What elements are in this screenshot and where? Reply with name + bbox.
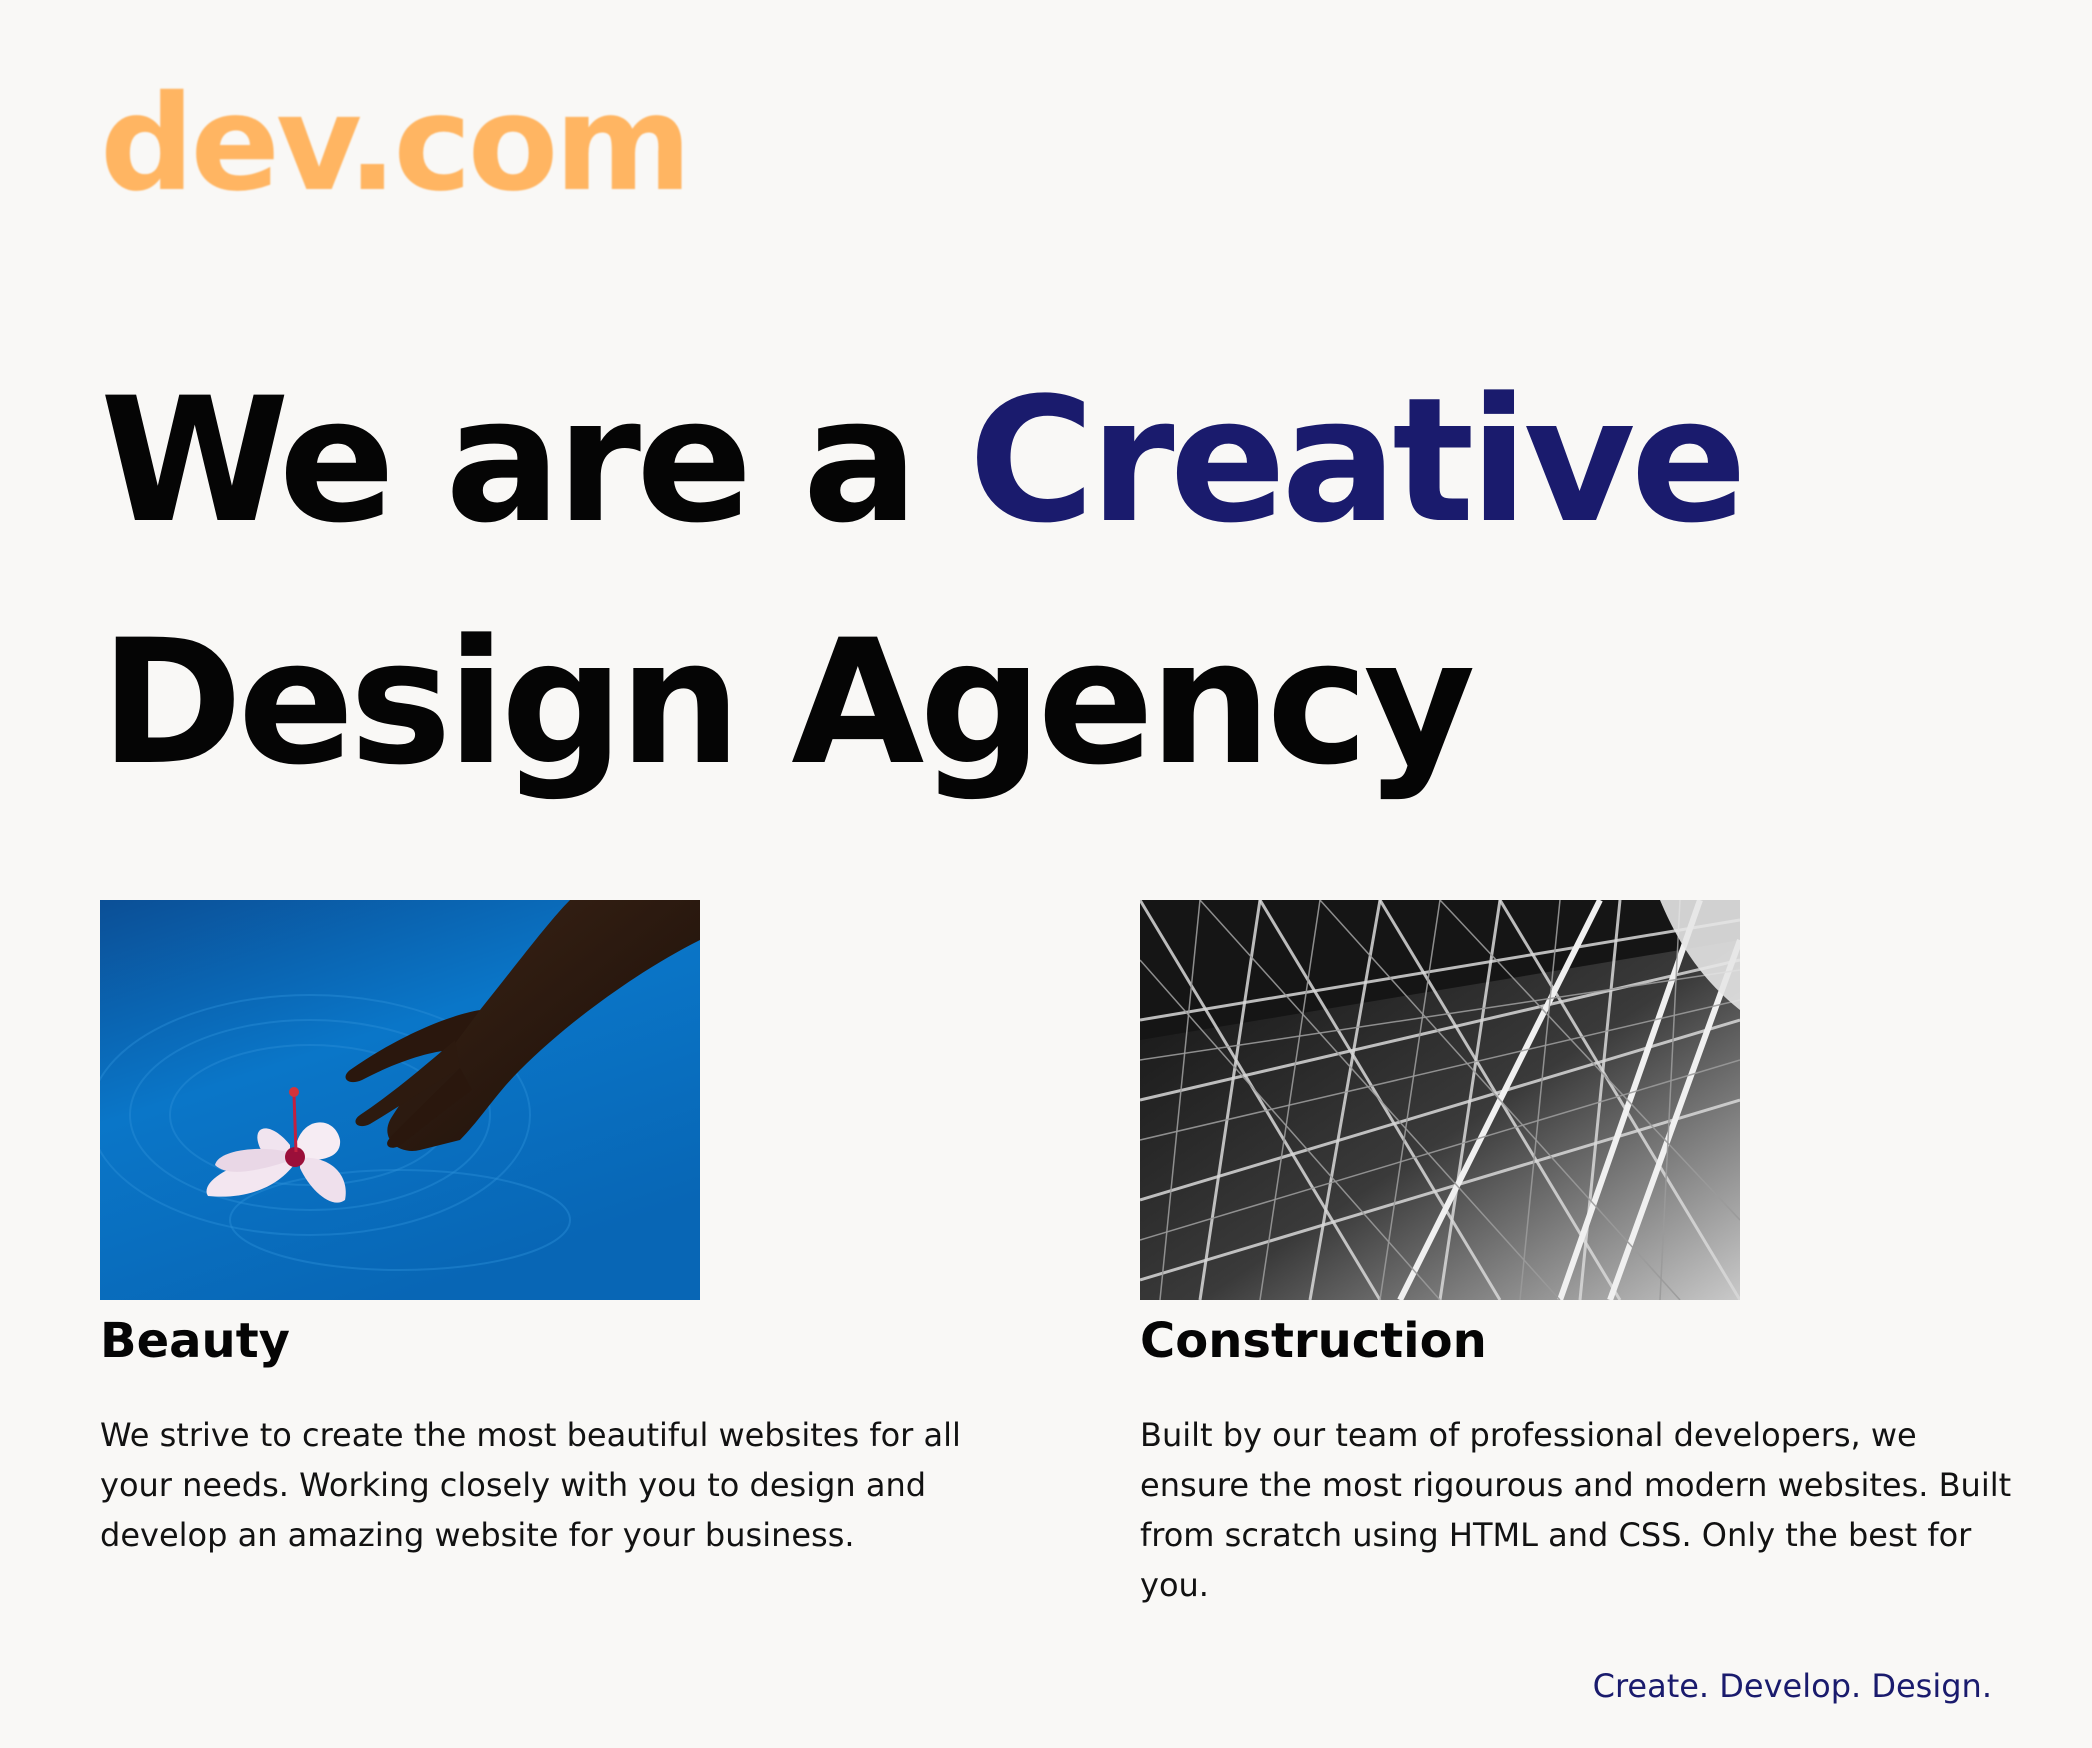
footer-tagline: Create. Develop. Design. <box>1592 1667 1992 1705</box>
site-logo[interactable]: dev.com <box>100 78 692 210</box>
hero-accent-word: Creative <box>968 360 1748 561</box>
card-title: Construction <box>1140 1313 1487 1369</box>
beauty-photo <box>100 900 700 1300</box>
card-title: Beauty <box>100 1313 290 1369</box>
hero-heading: We are a Creative Design Agency <box>100 340 1748 824</box>
card-description: We strive to create the most beautiful w… <box>100 1416 961 1554</box>
service-card-beauty: Beauty We strive to create the most beau… <box>100 900 980 1560</box>
hero-line-2: Design Agency <box>100 602 1476 803</box>
hero-line-1: We are a Creative <box>100 340 1748 582</box>
construction-photo <box>1140 900 1740 1300</box>
service-card-construction: Construction Built by our team of profes… <box>1140 900 2020 1610</box>
card-description: Built by our team of professional develo… <box>1140 1416 2012 1604</box>
hero-text: We are a <box>100 360 969 561</box>
